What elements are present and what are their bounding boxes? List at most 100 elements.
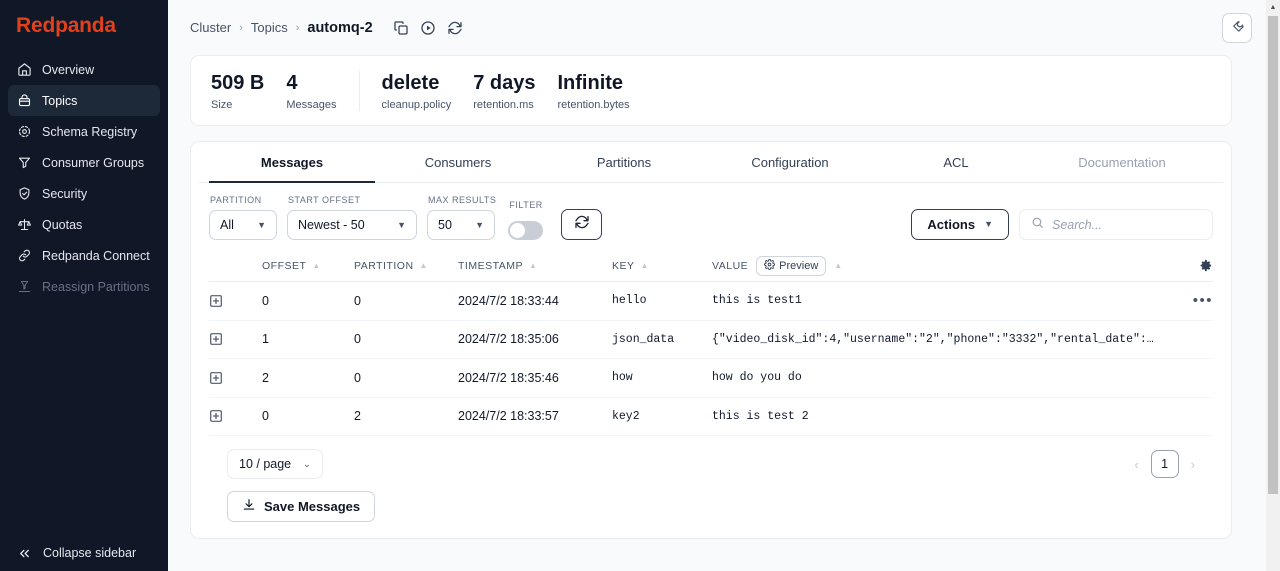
breadcrumb-separator: › bbox=[295, 21, 300, 34]
cell-partition: 0 bbox=[354, 293, 361, 308]
messages-table: Offset ▲ Partition ▲ Timestamp ▲ Key ▲ bbox=[209, 252, 1213, 538]
start-offset-select[interactable]: Newest - 50 ▼ bbox=[287, 210, 417, 240]
tab-acl[interactable]: ACL bbox=[873, 142, 1039, 183]
row-menu-button[interactable]: ••• bbox=[1193, 293, 1213, 308]
expand-row-button[interactable] bbox=[209, 371, 262, 385]
topbar: Cluster › Topics › automq-2 bbox=[168, 0, 1280, 55]
value-column-header[interactable]: Value Preview ▲ bbox=[712, 255, 1173, 276]
collapse-sidebar-button[interactable]: Collapse sidebar bbox=[0, 535, 168, 571]
gear-icon bbox=[764, 258, 776, 273]
tab-consumers[interactable]: Consumers bbox=[375, 142, 541, 183]
max-results-select[interactable]: 50 ▼ bbox=[427, 210, 495, 240]
next-page-button[interactable]: › bbox=[1191, 457, 1195, 472]
key-column-header[interactable]: Key ▲ bbox=[612, 260, 712, 272]
cell-timestamp: 2024/7/2 18:35:46 bbox=[458, 370, 559, 385]
sort-asc-icon[interactable]: ▲ bbox=[420, 261, 428, 270]
breadcrumb-item-topics[interactable]: Topics bbox=[251, 20, 288, 35]
page-size-select[interactable]: 10 / page ⌄ bbox=[227, 449, 323, 479]
stat-value: 509 B bbox=[211, 72, 265, 94]
link-icon bbox=[16, 248, 32, 264]
stat-value: Infinite bbox=[557, 72, 624, 94]
refresh-messages-button[interactable] bbox=[561, 209, 603, 240]
sidebar-item-label: Overview bbox=[42, 62, 95, 77]
sidebar-item-security[interactable]: Security bbox=[8, 178, 160, 209]
tab-messages[interactable]: Messages bbox=[209, 142, 375, 183]
sidebar-item-schema-registry[interactable]: Schema Registry bbox=[8, 116, 160, 147]
timestamp-column-header[interactable]: Timestamp ▲ bbox=[458, 260, 612, 272]
tab-documentation[interactable]: Documentation bbox=[1039, 142, 1205, 183]
tab-partitions[interactable]: Partitions bbox=[541, 142, 707, 183]
scrollbar-up-arrow[interactable]: ▲ bbox=[1266, 0, 1280, 14]
partition-column-header[interactable]: Partition ▲ bbox=[354, 260, 458, 272]
value-column-label: Value bbox=[712, 259, 749, 272]
copy-icon[interactable] bbox=[393, 20, 409, 36]
refresh-icon bbox=[574, 214, 590, 235]
chevron-down-icon: ▼ bbox=[397, 219, 406, 230]
start-offset-label: Start Offset bbox=[288, 195, 361, 205]
sidebar: Redpanda Overview Topics Schema Registry Co… bbox=[0, 0, 168, 571]
search-box[interactable] bbox=[1019, 209, 1213, 240]
offset-column-header[interactable]: Offset ▲ bbox=[262, 260, 354, 272]
sidebar-item-quotas[interactable]: Quotas bbox=[8, 209, 160, 240]
stat-value: 7 days bbox=[473, 72, 536, 94]
save-messages-label: Save Messages bbox=[264, 499, 361, 514]
save-messages-button[interactable]: Save Messages bbox=[227, 491, 376, 522]
home-icon bbox=[16, 62, 32, 78]
breadcrumb-item-cluster[interactable]: Cluster bbox=[190, 20, 231, 35]
stat-value: 4 bbox=[286, 72, 298, 94]
table-row[interactable]: 1 0 2024/7/2 18:35:06 json_data {"video_disk… bbox=[209, 321, 1213, 359]
prev-page-button[interactable]: ‹ bbox=[1134, 457, 1138, 472]
sidebar-item-label: Quotas bbox=[42, 217, 83, 232]
max-results-value: 50 bbox=[438, 218, 452, 232]
actions-button[interactable]: Actions ▼ bbox=[911, 209, 1009, 240]
breadcrumb-separator: › bbox=[239, 21, 243, 34]
filters-bar: Partition All ▼ Start Offset Newest - 50… bbox=[191, 183, 1231, 252]
cell-key: json_data bbox=[612, 332, 675, 346]
partition-select[interactable]: All ▼ bbox=[209, 210, 277, 240]
cell-offset: 0 bbox=[262, 409, 269, 424]
sidebar-item-label: Security bbox=[42, 186, 88, 201]
gear-icon[interactable] bbox=[1198, 258, 1213, 273]
expand-row-button[interactable] bbox=[209, 409, 262, 423]
search-input[interactable] bbox=[1052, 217, 1201, 232]
table-row[interactable]: 0 0 2024/7/2 18:33:44 hello this is test1 ••• bbox=[209, 282, 1213, 321]
stat-size: 509 B Size bbox=[211, 71, 286, 111]
page-number-1[interactable]: 1 bbox=[1150, 450, 1179, 478]
start-offset-field: Start Offset Newest - 50 ▼ bbox=[287, 195, 417, 240]
play-circle-icon[interactable] bbox=[420, 20, 436, 36]
expand-row-button[interactable] bbox=[209, 294, 262, 308]
tab-bar: Messages Consumers Partitions Configuration… bbox=[199, 142, 1223, 183]
download-icon bbox=[242, 498, 256, 515]
refresh-icon[interactable] bbox=[447, 20, 463, 36]
tab-configuration[interactable]: Configuration bbox=[707, 142, 873, 183]
app-root: Redpanda Overview Topics Schema Registry Co… bbox=[0, 0, 1280, 571]
sidebar-item-redpanda-connect[interactable]: Redpanda Connect bbox=[8, 240, 160, 271]
table-row[interactable]: 0 2 2024/7/2 18:33:57 key2 this is test 2 bbox=[209, 398, 1213, 436]
expand-row-button[interactable] bbox=[209, 332, 262, 346]
cell-partition: 2 bbox=[354, 409, 361, 424]
page-scrollbar[interactable]: ▲ bbox=[1266, 0, 1280, 571]
scrollbar-thumb[interactable] bbox=[1268, 16, 1278, 494]
sidebar-item-label: Reassign Partitions bbox=[42, 279, 150, 294]
sort-asc-icon[interactable]: ▲ bbox=[641, 261, 649, 270]
schema-registry-icon bbox=[16, 124, 32, 140]
topic-stats-card: 509 B Size 4 Messages delete cleanup.policy 7 … bbox=[190, 55, 1232, 126]
cell-key: key2 bbox=[612, 409, 640, 423]
sidebar-item-reassign-partitions[interactable]: Reassign Partitions bbox=[8, 271, 160, 302]
preview-label: Preview bbox=[779, 259, 819, 272]
sidebar-item-topics[interactable]: Topics bbox=[8, 85, 160, 116]
sidebar-item-consumer-groups[interactable]: Consumer Groups bbox=[8, 147, 160, 178]
sidebar-item-overview[interactable]: Overview bbox=[8, 54, 160, 85]
key-column-label: Key bbox=[612, 259, 635, 272]
sidebar-item-label: Redpanda Connect bbox=[42, 248, 150, 263]
sort-asc-icon[interactable]: ▲ bbox=[312, 261, 320, 270]
table-row[interactable]: 2 0 2024/7/2 18:35:46 how how do you do bbox=[209, 359, 1213, 398]
sort-asc-icon[interactable]: ▲ bbox=[834, 261, 842, 270]
chevron-down-icon: ⌄ bbox=[303, 458, 311, 469]
filter-toggle[interactable] bbox=[508, 221, 544, 240]
tools-button[interactable] bbox=[1222, 12, 1252, 43]
breadcrumb: Cluster › Topics › automq-2 bbox=[190, 20, 463, 36]
start-offset-value: Newest - 50 bbox=[298, 218, 365, 232]
sort-asc-icon[interactable]: ▲ bbox=[529, 261, 537, 270]
preview-button[interactable]: Preview bbox=[756, 255, 827, 276]
